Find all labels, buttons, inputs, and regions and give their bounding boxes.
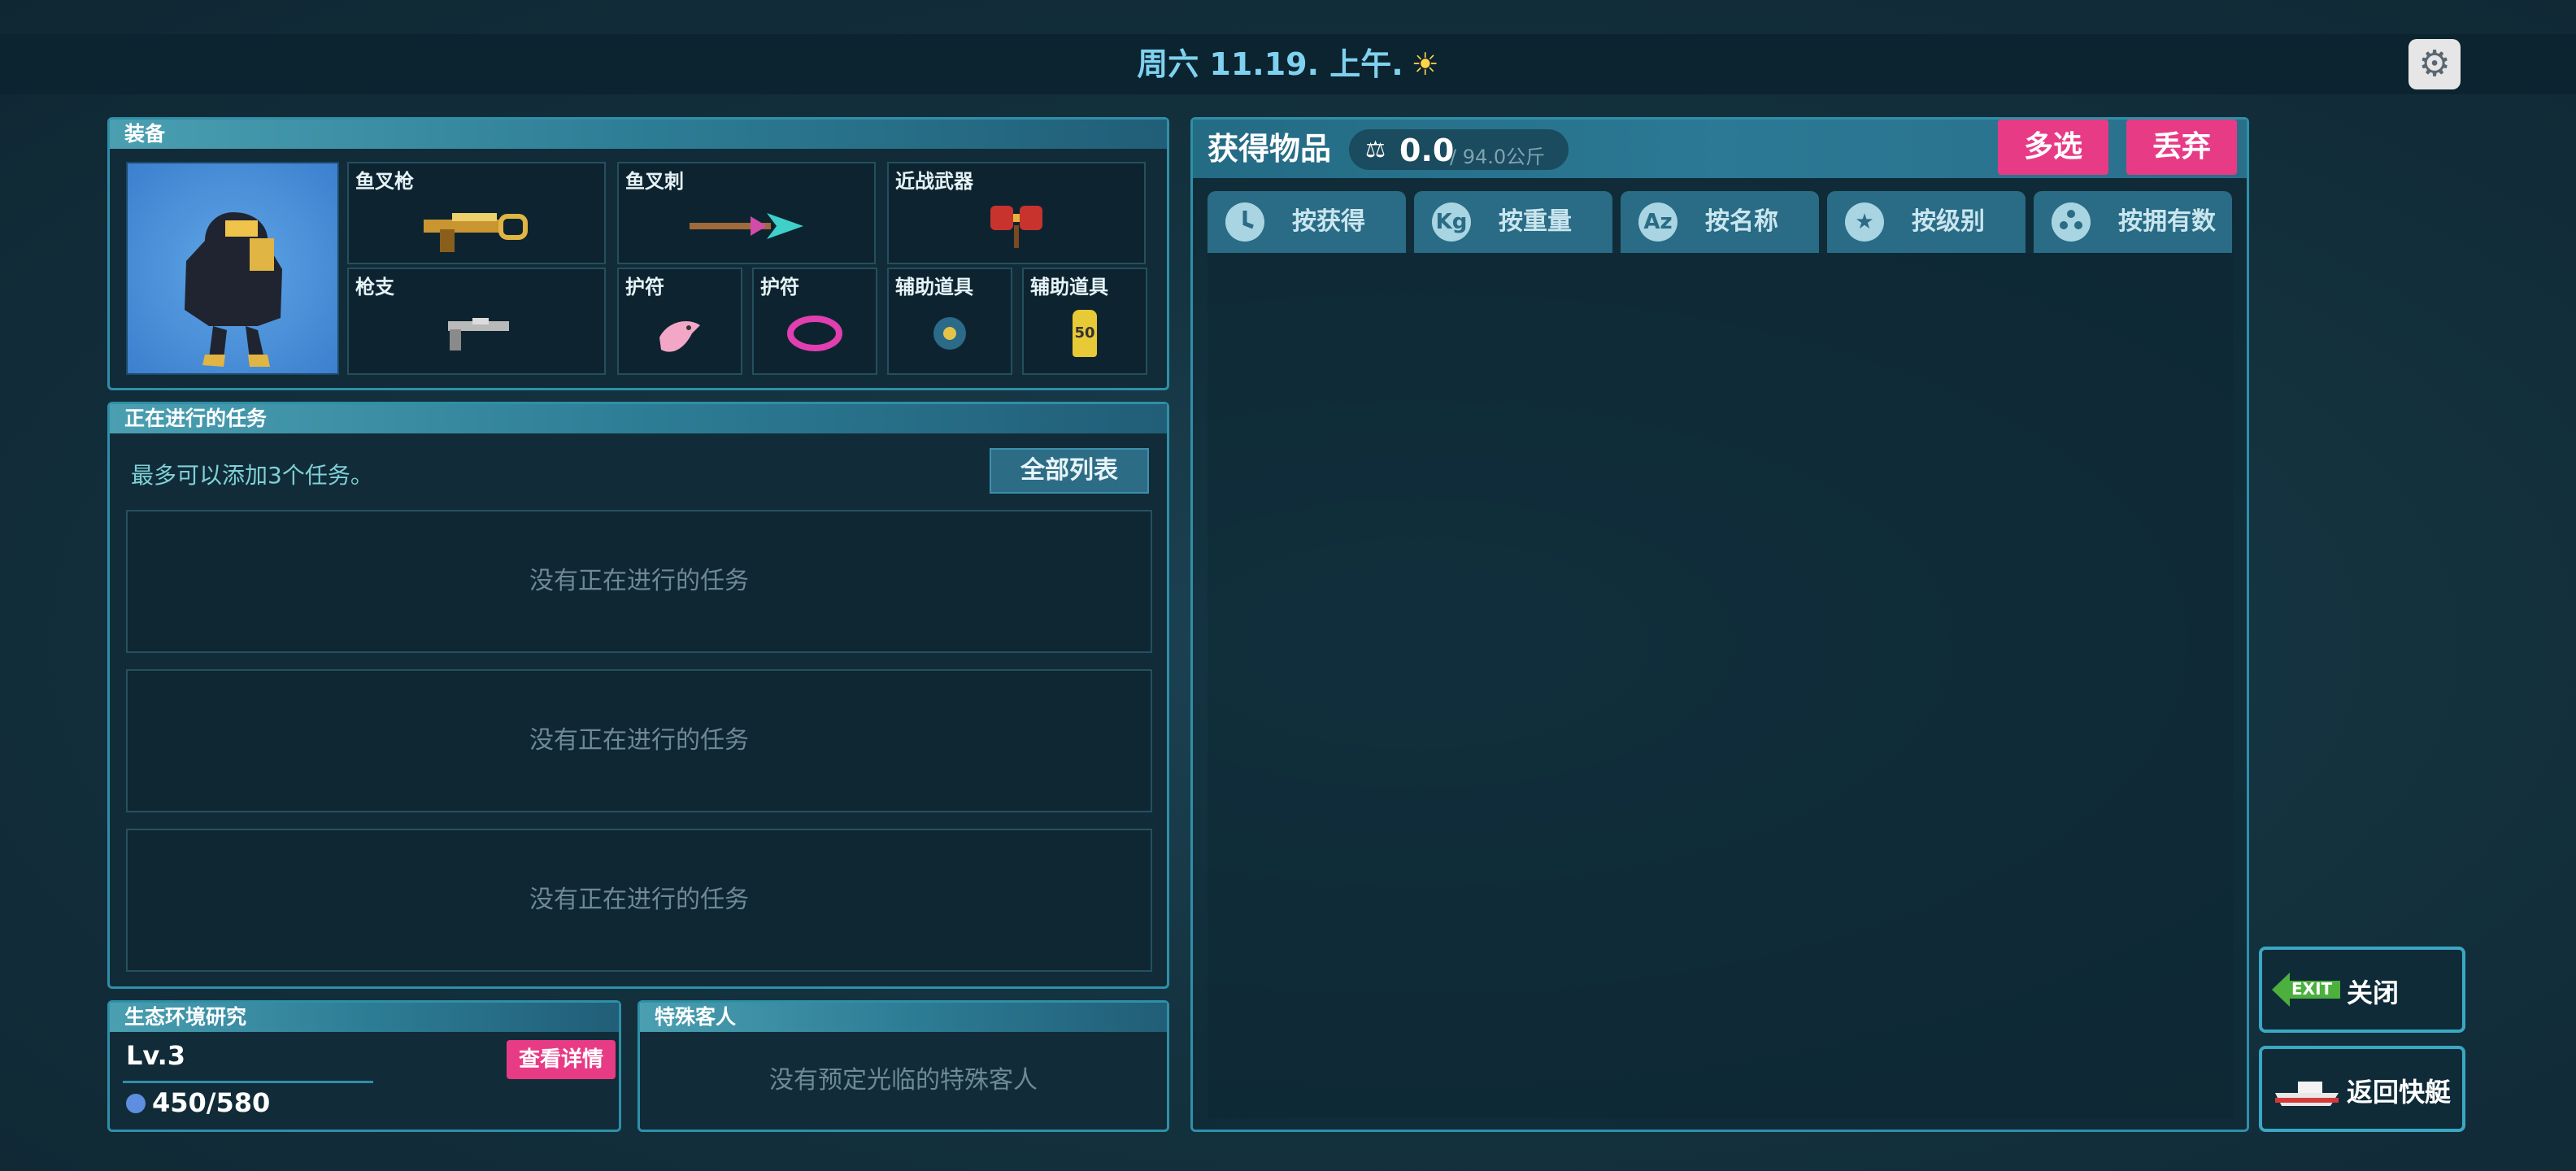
melee-weapon-icon <box>990 205 1042 248</box>
quest-empty-text: 没有正在进行的任务 <box>529 726 749 755</box>
sort-by-name-tab[interactable]: Az 按名称 <box>1621 191 1819 253</box>
quest-slot: 没有正在进行的任务 <box>126 669 1152 812</box>
support-item-slot-2[interactable]: 辅助道具 50 <box>1022 268 1147 375</box>
quest-empty-text: 没有正在进行的任务 <box>529 886 749 914</box>
exit-icon: EXIT <box>2272 971 2340 1008</box>
slot-label: 近战武器 <box>895 170 973 193</box>
slot-label: 护符 <box>760 276 799 298</box>
ecology-level: Lv.3 <box>126 1040 186 1071</box>
sort-by-weight-tab[interactable]: Kg 按重量 <box>1414 191 1612 253</box>
sort-tab-label: 按获得 <box>1292 207 1365 236</box>
quests-title: 正在进行的任务 <box>110 404 1167 433</box>
multi-select-button[interactable]: 多选 <box>1998 120 2108 175</box>
melee-weapon-slot[interactable]: 近战武器 <box>887 162 1146 264</box>
slot-label: 鱼叉刺 <box>625 170 684 193</box>
slot-label: 辅助道具 <box>895 276 973 298</box>
diver-avatar[interactable] <box>126 162 339 375</box>
gun-icon <box>448 318 509 351</box>
sort-tab-label: 按拥有数 <box>2118 207 2216 236</box>
ecology-points: 450/580 <box>152 1087 271 1118</box>
harpoon-gun-slot[interactable]: 鱼叉枪 <box>347 162 606 264</box>
weight-value: 0.0 <box>1399 133 1455 168</box>
date-text: 周六 11.19. 上午. <box>1137 46 1403 82</box>
sort-by-acquired-tab[interactable]: 按获得 <box>1208 191 1406 253</box>
mine-tool-icon <box>933 317 966 350</box>
scale-icon: ⚖ <box>1365 136 1386 163</box>
harpoon-spear-icon <box>690 212 803 239</box>
ecology-title: 生态环境研究 <box>110 1003 619 1032</box>
quests-panel: 正在进行的任务 最多可以添加3个任务。 全部列表 没有正在进行的任务 没有正在进… <box>107 402 1169 989</box>
close-button[interactable]: EXIT 关闭 <box>2259 947 2465 1033</box>
sort-by-owned-tab[interactable]: 按拥有数 <box>2034 191 2232 253</box>
weight-max: / 94.0公斤 <box>1450 146 1546 168</box>
bracelet-charm-icon <box>787 316 842 352</box>
gun-slot[interactable]: 枪支 <box>347 268 606 375</box>
view-details-button[interactable]: 查看详情 <box>507 1040 616 1079</box>
sort-tab-label: 按级别 <box>1912 207 1985 236</box>
return-boat-label: 返回快艇 <box>2347 1077 2452 1108</box>
harpoon-gun-icon <box>424 212 528 252</box>
tank-label: 50 <box>1074 324 1095 342</box>
exit-badge-text: EXIT <box>2291 979 2333 999</box>
all-list-button[interactable]: 全部列表 <box>990 448 1149 494</box>
equipment-title: 装备 <box>110 120 1167 149</box>
gear-icon: ⚙ <box>2418 43 2451 85</box>
slot-label: 护符 <box>625 276 664 298</box>
slot-label: 枪支 <box>355 276 394 298</box>
harpoon-spear-slot[interactable]: 鱼叉刺 <box>617 162 876 264</box>
special-guest-title: 特殊客人 <box>640 1003 1167 1032</box>
special-guest-empty: 没有预定光临的特殊客人 <box>769 1066 1038 1095</box>
inventory-list-area[interactable] <box>1208 253 2234 1118</box>
special-guest-panel: 特殊客人 没有预定光临的特殊客人 <box>637 1000 1169 1132</box>
sun-icon: ☀ <box>1411 46 1439 82</box>
sort-tab-label: 按名称 <box>1705 207 1778 236</box>
slot-label: 鱼叉枪 <box>355 170 414 193</box>
dots-icon <box>2052 202 2091 242</box>
diver-icon <box>185 212 282 367</box>
quest-hint: 最多可以添加3个任务。 <box>131 462 373 489</box>
research-point-icon <box>126 1094 146 1113</box>
sort-by-grade-tab[interactable]: ★ 按级别 <box>1827 191 2026 253</box>
quest-slot: 没有正在进行的任务 <box>126 829 1152 972</box>
discard-button[interactable]: 丢弃 <box>2126 120 2237 175</box>
level-underline <box>123 1081 373 1083</box>
support-item-slot-1[interactable]: 辅助道具 <box>887 268 1012 375</box>
date-display: 周六 11.19. 上午. ☀ <box>0 34 2576 94</box>
quest-empty-text: 没有正在进行的任务 <box>529 567 749 595</box>
settings-button[interactable]: ⚙ <box>2408 39 2461 89</box>
boat-icon <box>2275 1082 2339 1106</box>
sort-tab-label: 按重量 <box>1499 207 1572 236</box>
az-icon: Az <box>1638 202 1677 242</box>
inventory-panel: 获得物品 ⚖ 0.0 / 94.0公斤 多选 丢弃 按获得 Kg 按重量 Az … <box>1190 117 2249 1132</box>
star-icon: ★ <box>1845 202 1884 242</box>
quest-slot: 没有正在进行的任务 <box>126 510 1152 653</box>
charm-slot-2[interactable]: 护符 <box>752 268 877 375</box>
weight-indicator: ⚖ 0.0 / 94.0公斤 <box>1349 129 1569 170</box>
close-label: 关闭 <box>2347 977 2400 1008</box>
oxygen-tank-icon: 50 <box>1073 310 1097 358</box>
ecology-panel: 生态环境研究 Lv.3 查看详情 450/580 <box>107 1000 621 1132</box>
return-to-boat-button[interactable]: 返回快艇 <box>2259 1046 2465 1132</box>
clock-icon <box>1225 202 1264 242</box>
dolphin-charm-icon <box>659 321 700 353</box>
inventory-title: 获得物品 <box>1208 131 1332 167</box>
kg-icon: Kg <box>1432 202 1471 242</box>
slot-label: 辅助道具 <box>1030 276 1108 298</box>
charm-slot-1[interactable]: 护符 <box>617 268 742 375</box>
equipment-panel: 装备 鱼叉枪 鱼叉刺 近战武器 枪支 护符 护符 辅助道具 辅助道具 50 <box>107 117 1169 390</box>
